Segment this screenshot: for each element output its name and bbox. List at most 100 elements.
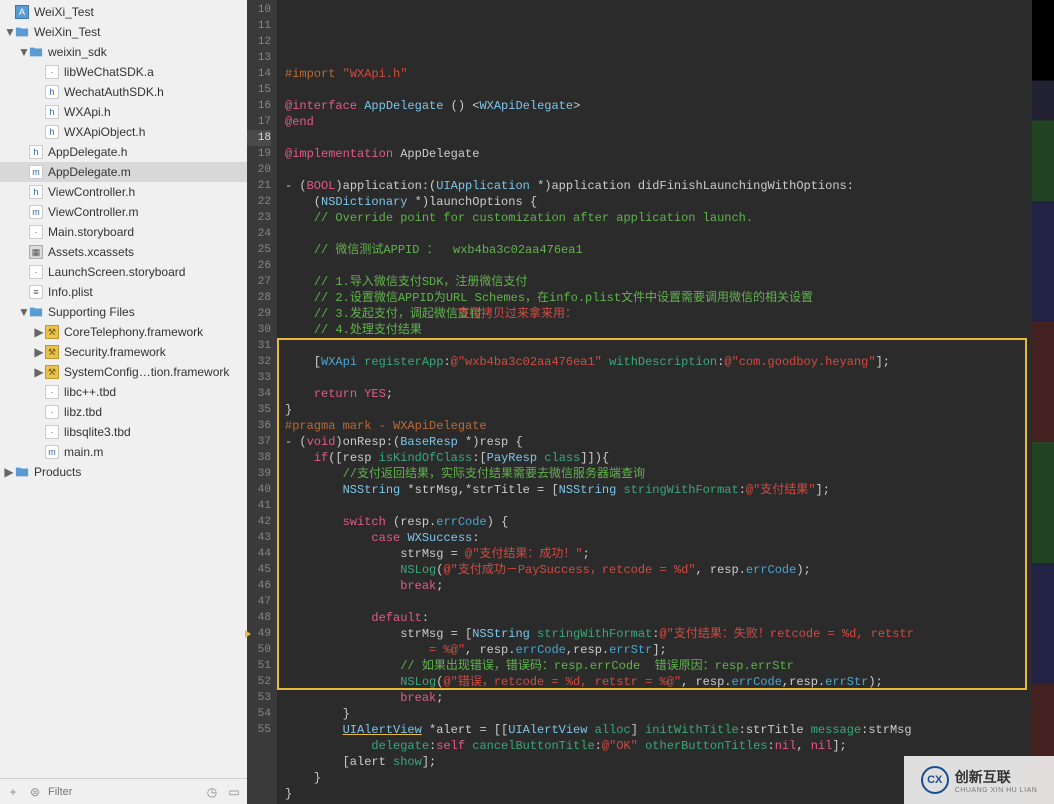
code-line[interactable]: delegate:self cancelButtonTitle:@"OK" ot… [285,738,1024,754]
tree-row[interactable]: ▶⚒Security.framework [0,342,247,362]
tree-row[interactable]: hWXApi.h [0,102,247,122]
watermark: CX 创新互联 CHUANG XIN HU LIAN [904,756,1054,804]
tree-label: WechatAuthSDK.h [64,85,164,99]
tree-row[interactable]: ▦Assets.xcassets [0,242,247,262]
code-line[interactable] [285,498,1024,514]
code-line[interactable]: @end [285,114,1024,130]
code-editor[interactable]: 1011121314151617181920212223242526272829… [247,0,1054,804]
disclosure-icon[interactable]: ▼ [18,45,28,59]
disclosure-icon[interactable]: ▶ [34,345,44,359]
code-line[interactable]: strMsg = @"支付结果：成功！"; [285,546,1024,562]
disclosure-icon[interactable]: ▶ [4,465,14,479]
tree-row[interactable]: hWXApiObject.h [0,122,247,142]
tree-label: AppDelegate.h [48,145,127,159]
code-line[interactable]: - (void)onResp:(BaseResp *)resp { [285,434,1024,450]
code-line[interactable]: // Override point for customization afte… [285,210,1024,226]
disclosure-icon[interactable]: ▼ [18,305,28,319]
tree-row[interactable]: hViewController.h [0,182,247,202]
tree-row[interactable]: ▼WeiXin_Test [0,22,247,42]
code-line[interactable]: switch (resp.errCode) { [285,514,1024,530]
tree-row[interactable]: mViewController.m [0,202,247,222]
disclosure-icon[interactable]: ▶ [34,365,44,379]
code-line[interactable] [285,258,1024,274]
filter-input[interactable] [48,786,199,798]
tree-label: LaunchScreen.storyboard [48,265,185,279]
disclosure-icon[interactable]: ▶ [34,325,44,339]
code-line[interactable]: #import "WXApi.h" [285,66,1024,82]
code-line[interactable] [285,594,1024,610]
tree-row[interactable]: ·Main.storyboard [0,222,247,242]
filter-icon[interactable]: ⊜ [26,783,44,801]
tree-label: main.m [64,445,103,459]
minimap[interactable] [1032,0,1054,804]
code-line[interactable]: @implementation AppDelegate [285,146,1024,162]
tree-row[interactable]: ·LaunchScreen.storyboard [0,262,247,282]
code-content[interactable]: 直接拷贝过来拿来用： #import "WXApi.h"@interface A… [277,0,1032,804]
code-line[interactable]: default: [285,610,1024,626]
code-line[interactable]: NSLog(@"错误，retcode = %d, retstr = %@", r… [285,674,1024,690]
code-line[interactable]: [WXApi registerApp:@"wxb4ba3c02aa476ea1"… [285,354,1024,370]
code-line[interactable] [285,82,1024,98]
tree-row[interactable]: ·libc++.tbd [0,382,247,402]
code-line[interactable]: } [285,706,1024,722]
code-line[interactable] [285,130,1024,146]
code-line[interactable] [285,162,1024,178]
tree-row[interactable]: ≡Info.plist [0,282,247,302]
tree-row[interactable]: ▼ Supporting Files [0,302,247,322]
code-line[interactable]: (NSDictionary *)launchOptions { [285,194,1024,210]
tree-label: libsqlite3.tbd [64,425,131,439]
code-line[interactable]: // 2.设置微信APPID为URL Schemes，在info.plist文件… [285,290,1024,306]
tree-row[interactable]: ▶ Products [0,462,247,482]
code-line[interactable]: break; [285,578,1024,594]
code-line[interactable]: @interface AppDelegate () <WXApiDelegate… [285,98,1024,114]
tree-row[interactable]: AWeiXi_Test [0,2,247,22]
code-line[interactable]: #pragma mark - WXApiDelegate [285,418,1024,434]
code-line[interactable] [285,226,1024,242]
tree-row[interactable]: ·libWeChatSDK.a [0,62,247,82]
code-line[interactable]: - (BOOL)application:(UIApplication *)app… [285,178,1024,194]
code-line[interactable]: UIAlertView *alert = [[UIAlertView alloc… [285,722,1024,738]
add-icon[interactable]: + [4,783,22,801]
code-line[interactable]: // 微信测试APPID ： wxb4ba3c02aa476ea1 [285,242,1024,258]
code-line[interactable]: // 3.发起支付，调起微信支付 [285,306,1024,322]
code-line[interactable]: NSLog(@"支付成功－PaySuccess，retcode = %d", r… [285,562,1024,578]
tree-row[interactable]: hWechatAuthSDK.h [0,82,247,102]
code-line[interactable]: NSString *strMsg,*strTitle = [NSString s… [285,482,1024,498]
clock-icon[interactable]: ◷ [203,783,221,801]
tree-row[interactable]: ▶⚒CoreTelephony.framework [0,322,247,342]
watermark-logo-icon: CX [921,766,949,794]
code-line[interactable]: // 4.处理支付结果 [285,322,1024,338]
scm-icon[interactable]: ▭ [225,783,243,801]
code-line[interactable]: // 1.导入微信支付SDK，注册微信支付 [285,274,1024,290]
code-line[interactable]: strMsg = [NSString stringWithFormat:@"支付… [285,626,1024,642]
tree-row[interactable]: mAppDelegate.m [0,162,247,182]
project-navigator: AWeiXi_Test▼WeiXin_Test▼weixin_sdk·libWe… [0,0,247,804]
tree-label: WeiXi_Test [34,5,94,19]
tree-label: libc++.tbd [64,385,116,399]
tree-row[interactable]: mmain.m [0,442,247,462]
tree-label: SystemConfig…tion.framework [64,365,229,379]
code-line[interactable]: //支付返回结果，实际支付结果需要去微信服务器端查询 [285,466,1024,482]
tree-label: Main.storyboard [48,225,134,239]
code-line[interactable]: = %@", resp.errCode,resp.errStr]; [285,642,1024,658]
code-line[interactable]: // 如果出现错误，错误码：resp.errCode 错误原因：resp.err… [285,658,1024,674]
tree-label: WXApi.h [64,105,111,119]
tree-row[interactable]: ·libsqlite3.tbd [0,422,247,442]
tree-row[interactable]: ▼weixin_sdk [0,42,247,62]
tree-label: AppDelegate.m [48,165,131,179]
tree-label: Products [34,465,81,479]
code-line[interactable] [285,338,1024,354]
tree-row[interactable]: ▶⚒SystemConfig…tion.framework [0,362,247,382]
tree-row[interactable]: ·libz.tbd [0,402,247,422]
tree-label: libWeChatSDK.a [64,65,154,79]
code-line[interactable]: } [285,402,1024,418]
code-line[interactable]: if([resp isKindOfClass:[PayResp class]])… [285,450,1024,466]
tree-row[interactable]: hAppDelegate.h [0,142,247,162]
tree-label: Supporting Files [48,305,135,319]
code-line[interactable] [285,370,1024,386]
disclosure-icon[interactable]: ▼ [4,25,14,39]
code-line[interactable]: case WXSuccess: [285,530,1024,546]
code-line[interactable]: return YES; [285,386,1024,402]
code-line[interactable]: break; [285,690,1024,706]
file-tree[interactable]: AWeiXi_Test▼WeiXin_Test▼weixin_sdk·libWe… [0,0,247,778]
